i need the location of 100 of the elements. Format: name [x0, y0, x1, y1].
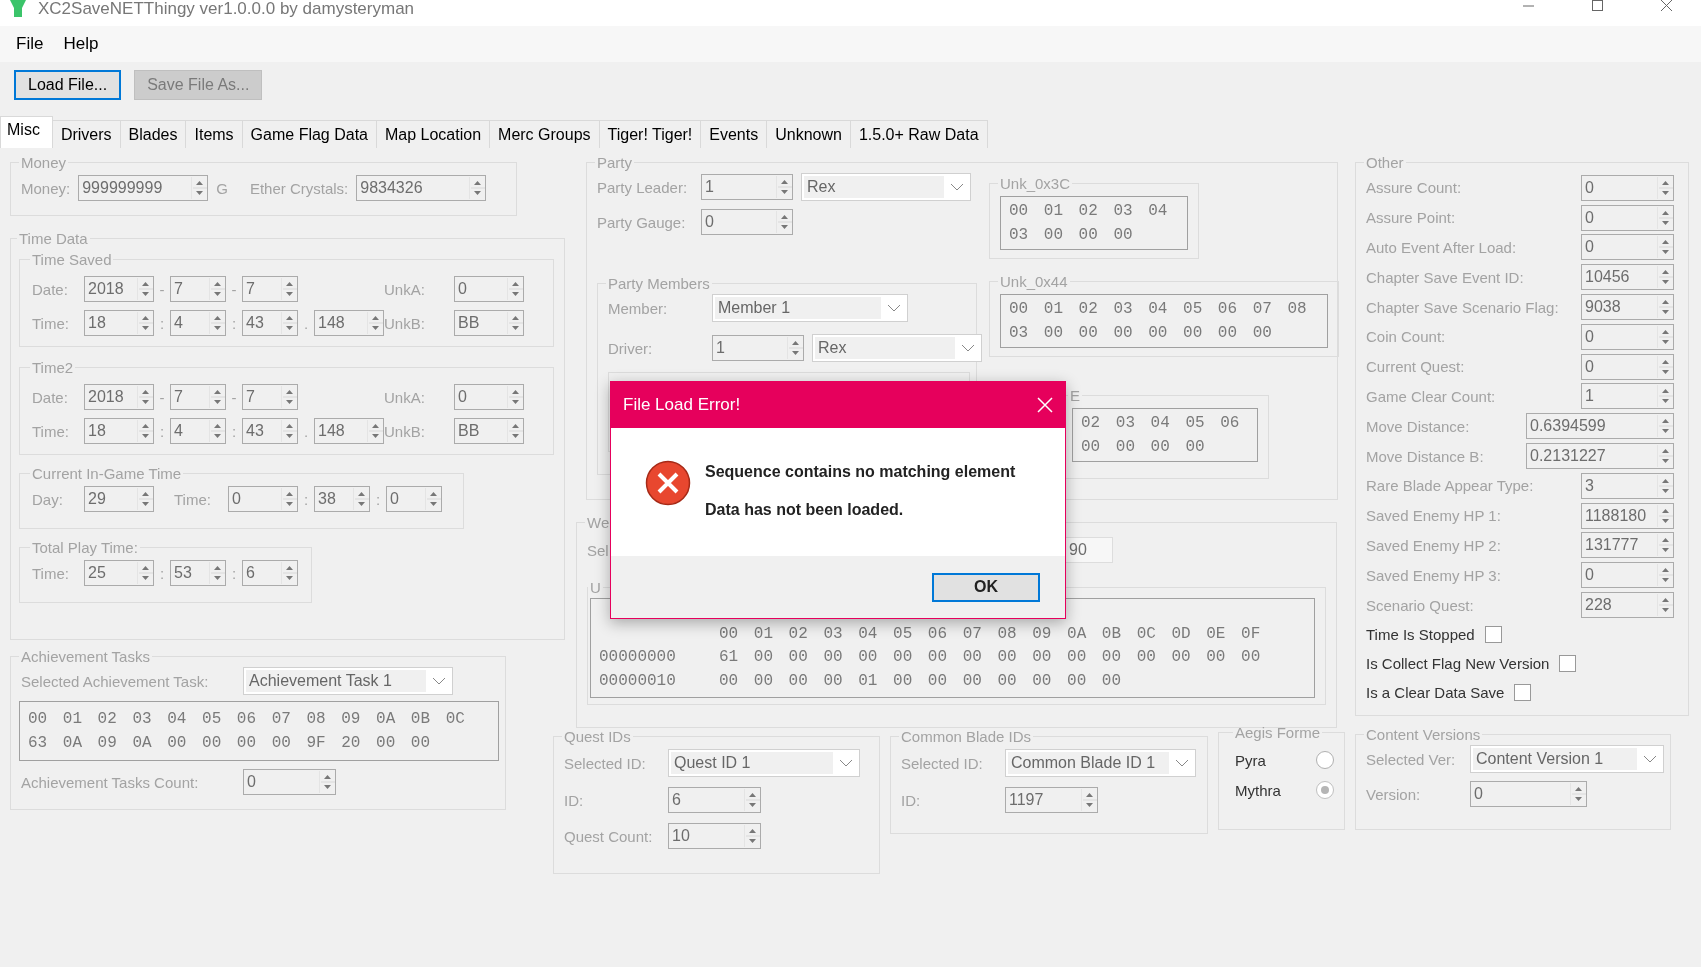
spinner-arrows-icon[interactable] [744, 825, 760, 847]
chevron-down-icon[interactable] [961, 344, 975, 352]
dropdown[interactable]: Rex [812, 334, 982, 362]
number-field[interactable]: 0 [1581, 323, 1674, 350]
number-field[interactable]: 38 [314, 486, 370, 512]
spinner-arrows-icon[interactable] [1570, 783, 1586, 805]
number-field[interactable]: 1 [1581, 383, 1674, 410]
spinner-arrows-icon[interactable] [281, 312, 297, 334]
hex-text-box[interactable]: 02 03 04 05 06 00 00 00 00 [1072, 408, 1258, 462]
spinner-arrows-icon[interactable] [1657, 445, 1673, 468]
spinner-arrows-icon[interactable] [1657, 355, 1673, 378]
spinner-arrows-icon[interactable] [281, 386, 297, 408]
close-icon[interactable] [1037, 397, 1053, 413]
toolbar-button[interactable]: Load File... [14, 70, 122, 100]
spinner-arrows-icon[interactable] [776, 211, 792, 233]
number-field[interactable]: 1188180 [1581, 502, 1674, 529]
number-field[interactable]: 148 [314, 310, 384, 336]
dropdown[interactable]: Achievement Task 1 [243, 667, 453, 695]
spinner-arrows-icon[interactable] [209, 562, 225, 584]
spinner-arrows-icon[interactable] [281, 420, 297, 442]
spinner-arrows-icon[interactable] [319, 771, 335, 793]
spinner-arrows-icon[interactable] [137, 386, 153, 408]
dropdown[interactable]: Content Version 1 [1470, 745, 1664, 773]
spinner-arrows-icon[interactable] [209, 312, 225, 334]
chevron-down-icon[interactable] [432, 677, 446, 685]
number-field[interactable]: 7 [170, 276, 226, 302]
number-field[interactable]: 0 [386, 486, 442, 512]
spinner-arrows-icon[interactable] [1657, 564, 1673, 587]
number-field[interactable]: 4 [170, 418, 226, 444]
number-field[interactable]: 0 [454, 384, 524, 410]
spinner-arrows-icon[interactable] [137, 488, 153, 510]
number-field[interactable]: 131777 [1581, 532, 1674, 559]
number-field[interactable]: BB [454, 418, 524, 444]
number-field[interactable]: 0 [701, 209, 793, 235]
spinner-arrows-icon[interactable] [1081, 789, 1097, 811]
spinner-arrows-icon[interactable] [367, 312, 383, 334]
number-field[interactable]: 25 [84, 560, 154, 586]
chevron-down-icon[interactable] [839, 759, 853, 767]
number-field[interactable]: 6 [668, 787, 761, 813]
spinner-arrows-icon[interactable] [1657, 266, 1673, 289]
chevron-down-icon[interactable] [1643, 755, 1657, 763]
ok-button[interactable]: OK [932, 572, 1040, 602]
spinner-arrows-icon[interactable] [1657, 534, 1673, 557]
number-field[interactable]: 2018 [84, 384, 154, 410]
number-field[interactable]: 18 [84, 310, 154, 336]
number-field[interactable]: 7 [242, 276, 298, 302]
spinner-arrows-icon[interactable] [507, 420, 523, 442]
number-field[interactable]: 0 [1581, 174, 1674, 201]
number-field[interactable]: 0 [1581, 234, 1674, 261]
tab[interactable]: 1.5.0+ Raw Data [849, 120, 988, 148]
checkbox[interactable] [1484, 625, 1502, 643]
spinner-arrows-icon[interactable] [1657, 504, 1673, 527]
number-field[interactable]: BB [454, 310, 524, 336]
spinner-arrows-icon[interactable] [469, 177, 486, 199]
spinner-arrows-icon[interactable] [137, 278, 153, 300]
spinner-arrows-icon[interactable] [137, 312, 153, 334]
dropdown[interactable]: Member 1 [712, 294, 908, 322]
hex-text-box[interactable]: 00 01 02 03 04 03 00 00 00 [1000, 196, 1188, 250]
number-field[interactable]: 0 [454, 276, 524, 302]
number-field[interactable]: 53 [170, 560, 226, 586]
spinner-arrows-icon[interactable] [1657, 176, 1673, 199]
spinner-arrows-icon[interactable] [191, 177, 208, 199]
spinner-arrows-icon[interactable] [367, 420, 383, 442]
number-field[interactable]: 7 [170, 384, 226, 410]
number-field[interactable]: 10 [668, 823, 761, 849]
checkbox[interactable] [1514, 683, 1532, 701]
spinner-arrows-icon[interactable] [209, 420, 225, 442]
radio-button[interactable] [1316, 781, 1334, 799]
spinner-arrows-icon[interactable] [209, 386, 225, 408]
spinner-arrows-icon[interactable] [281, 278, 297, 300]
spinner-arrows-icon[interactable] [1657, 206, 1673, 229]
number-field[interactable]: 0 [228, 486, 298, 512]
menu-item[interactable]: File [8, 30, 52, 58]
number-field[interactable]: 0 [1581, 353, 1674, 380]
number-field[interactable]: 6 [242, 560, 298, 586]
number-field[interactable]: 999999999 [78, 175, 209, 201]
number-field[interactable]: 7 [242, 384, 298, 410]
chevron-down-icon[interactable] [887, 304, 901, 312]
number-field[interactable]: 4 [170, 310, 226, 336]
number-field[interactable]: 3 [1581, 472, 1674, 499]
number-field[interactable]: 10456 [1581, 264, 1674, 291]
tab[interactable]: Misc [0, 116, 53, 148]
dropdown[interactable]: Rex [801, 173, 971, 201]
spinner-arrows-icon[interactable] [353, 488, 369, 510]
spinner-arrows-icon[interactable] [1657, 296, 1673, 319]
number-field[interactable]: 0 [1581, 204, 1674, 231]
number-field[interactable]: 29 [84, 486, 154, 512]
number-field[interactable]: 0 [243, 769, 336, 795]
spinner-arrows-icon[interactable] [507, 312, 523, 334]
spinner-arrows-icon[interactable] [507, 386, 523, 408]
spinner-arrows-icon[interactable] [744, 789, 760, 811]
menu-item[interactable]: Help [55, 30, 107, 58]
number-field[interactable]: 0.2131227 [1526, 443, 1674, 470]
spinner-arrows-icon[interactable] [1657, 474, 1673, 497]
number-field[interactable]: 0 [1470, 781, 1587, 807]
spinner-arrows-icon[interactable] [281, 562, 297, 584]
number-field[interactable]: 1 [712, 335, 804, 361]
dropdown[interactable]: Common Blade ID 1 [1005, 749, 1196, 777]
spinner-arrows-icon[interactable] [1657, 236, 1673, 259]
spinner-arrows-icon[interactable] [137, 420, 153, 442]
